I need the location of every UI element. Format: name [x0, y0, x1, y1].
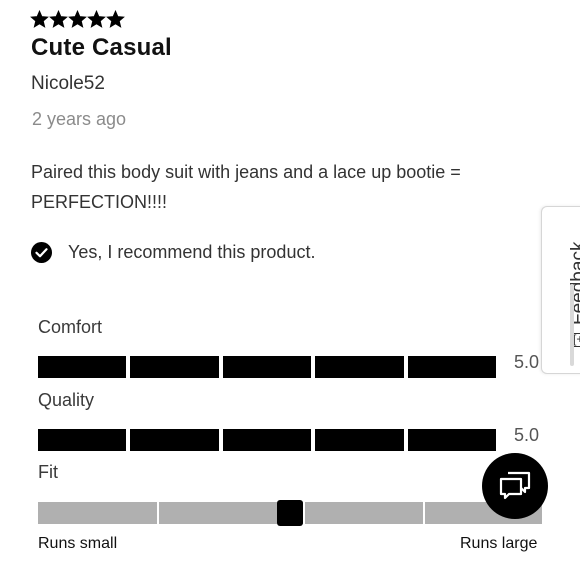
rating-segment: [407, 356, 497, 378]
review-title: Cute Casual: [31, 34, 172, 61]
rating-segment: [222, 429, 312, 451]
rating-segment: [38, 356, 127, 378]
comfort-label: Comfort: [38, 317, 103, 337]
star-rating: [30, 10, 125, 29]
comfort-rating-bar: [38, 356, 497, 378]
star-icon: [49, 10, 68, 29]
star-icon: [87, 10, 106, 29]
rating-segment: [38, 429, 127, 451]
fit-divider: [303, 502, 305, 524]
comfort-score: 5.0: [514, 352, 540, 372]
star-icon: [30, 10, 49, 29]
rating-segment: [315, 429, 404, 451]
recommend-text: Yes, I recommend this product.: [68, 242, 316, 262]
feedback-tab[interactable]: [+] Feedback: [541, 206, 580, 374]
fit-min-label: Runs small: [38, 535, 118, 552]
rating-segment: [315, 356, 404, 378]
rating-segment: [222, 356, 312, 378]
review-author[interactable]: Nicole52: [31, 73, 105, 95]
fit-max-label: Runs large: [460, 535, 538, 552]
rating-segment: [130, 356, 219, 378]
fit-label: Fit: [38, 462, 58, 482]
chat-button[interactable]: [482, 453, 548, 519]
recommend-row: Yes, I recommend this product.: [31, 242, 315, 263]
quality-rating-bar: [38, 429, 497, 451]
fit-divider: [157, 502, 159, 524]
review-date: 2 years ago: [32, 109, 127, 129]
star-icon: [106, 10, 125, 29]
quality-score: 5.0: [514, 425, 540, 445]
fit-marker: [277, 500, 303, 526]
fit-divider: [423, 502, 425, 524]
rating-segment: [130, 429, 219, 451]
rating-segment: [407, 429, 497, 451]
fit-scale: [38, 500, 542, 526]
chat-bubbles-icon: [499, 471, 531, 500]
review-body: Paired this body suit with jeans and a l…: [31, 162, 461, 212]
scrollbar[interactable]: [570, 284, 574, 366]
star-icon: [68, 10, 87, 29]
quality-label: Quality: [38, 390, 95, 410]
check-circle-icon: [31, 242, 52, 263]
